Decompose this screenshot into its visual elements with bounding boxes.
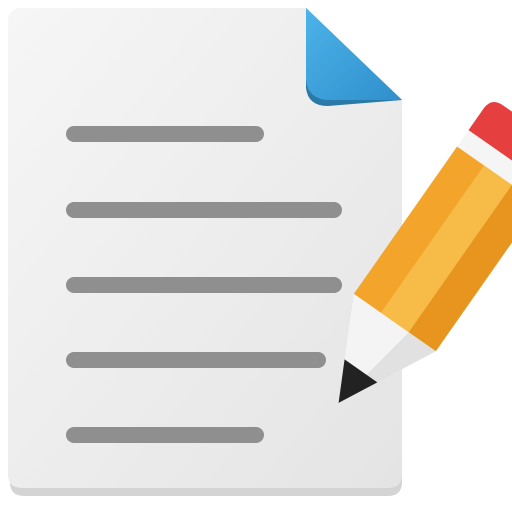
folded-corner [306,8,402,106]
folded-corner-flap [306,8,402,100]
document-edit-icon [0,0,512,512]
document-edit-graphic [8,8,512,496]
